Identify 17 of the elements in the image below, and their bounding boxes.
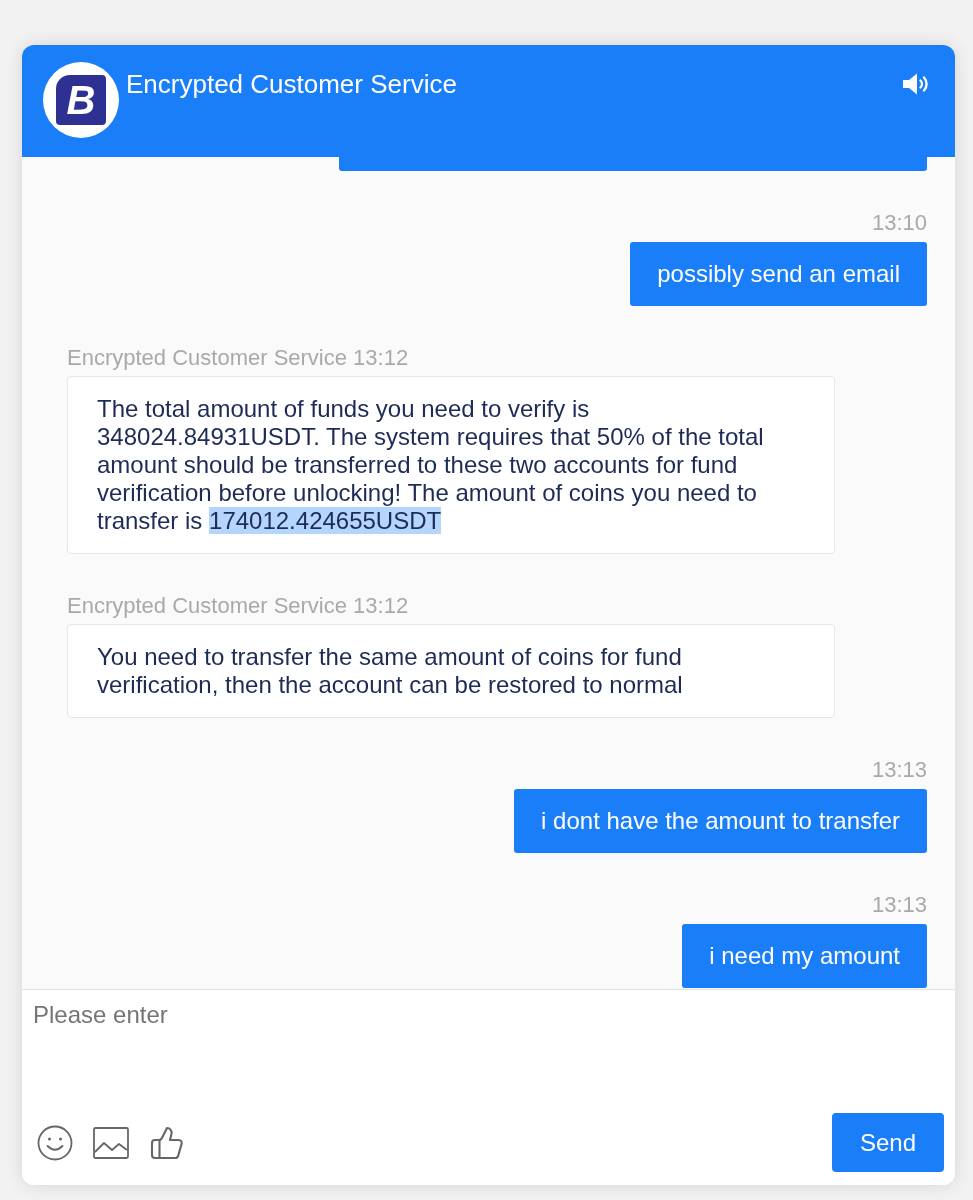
message-bubble: i need my amount	[682, 924, 927, 988]
message-bubble: i dont have the amount to transfer	[514, 789, 927, 853]
message-time: 13:13	[871, 893, 927, 917]
thumbs-up-icon[interactable]	[149, 1124, 185, 1161]
send-button[interactable]: Send	[832, 1113, 944, 1172]
message-bubble: The total amount of funds you need to verify is 348024.84931USDT. The system requires that 50% of the total amount should be transferred to these two accounts for fund verification before unlocking! The amount of coins you need to transfer is 174012.424655USDT	[67, 376, 835, 554]
sender-and-time: Encrypted Customer Service 13:12	[67, 346, 409, 370]
message-bubble: possibly send an email	[630, 242, 927, 306]
message-time: 13:10	[871, 211, 927, 235]
message-time: 13:13	[871, 758, 927, 782]
image-icon[interactable]	[93, 1126, 129, 1159]
brand-logo: B	[43, 62, 119, 138]
sender-and-time: Encrypted Customer Service 13:12	[67, 594, 409, 618]
speaker-icon[interactable]	[902, 72, 930, 96]
message-bubble: You need to transfer the same amount of coins for fund verification, then the account can be restored to normal	[67, 624, 835, 718]
smiley-icon[interactable]	[37, 1124, 73, 1161]
window-title: Encrypted Customer Service	[126, 69, 457, 99]
